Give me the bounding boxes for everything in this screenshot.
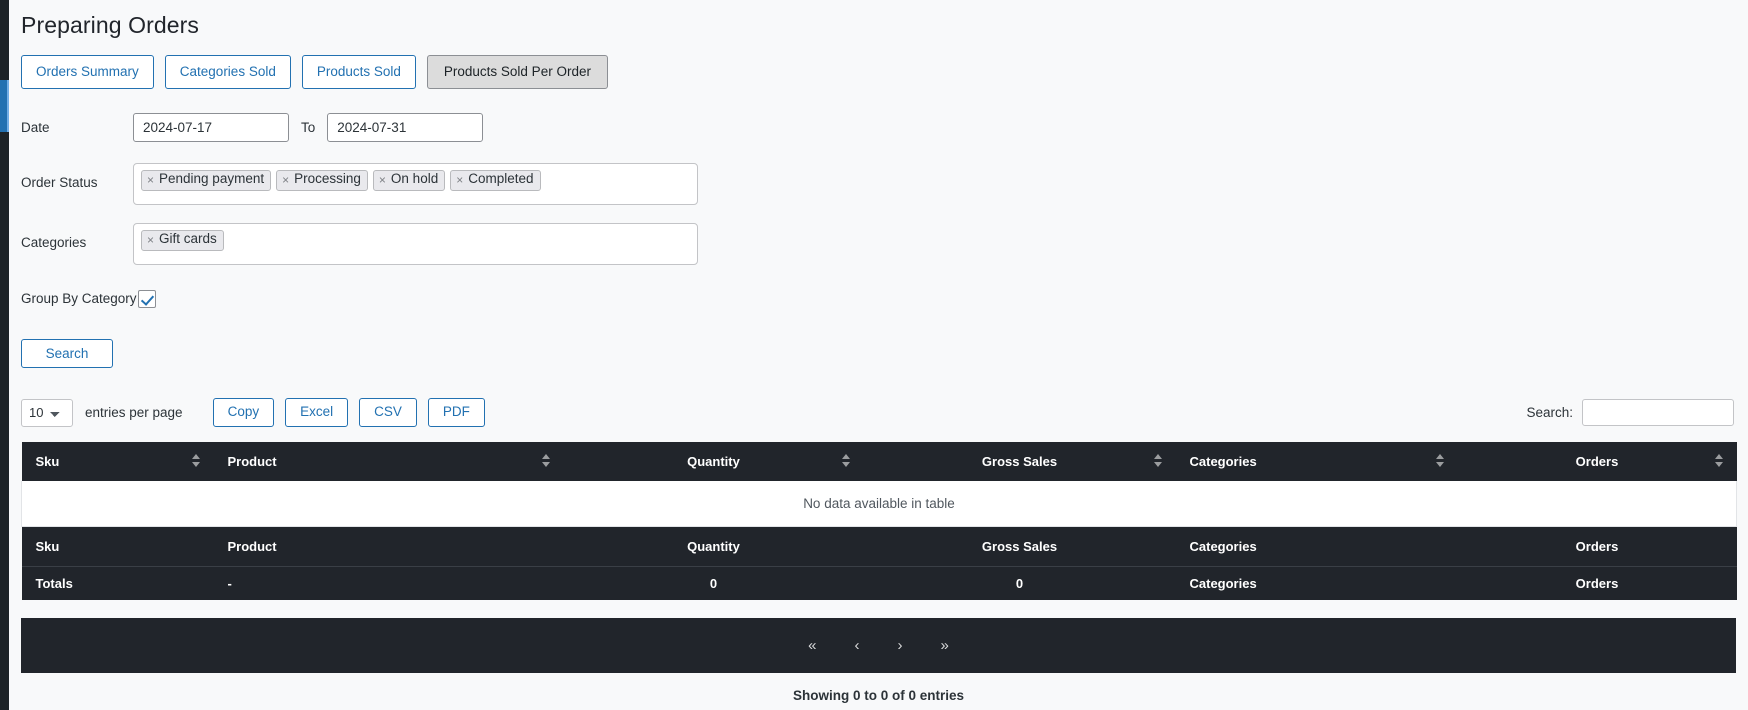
order-status-label: Order Status <box>21 174 98 190</box>
sort-arrows-icon[interactable] <box>192 454 201 468</box>
column-label: Product <box>227 453 277 469</box>
sort-arrows-icon[interactable] <box>1715 454 1724 468</box>
date-to-label: To <box>301 120 316 135</box>
tab-orders-summary[interactable]: Orders Summary <box>21 55 154 89</box>
table-totals-row: Totals - 0 0 Categories Orders <box>21 565 1737 600</box>
token-label: Completed <box>468 171 534 187</box>
footer-header-product: Product <box>213 526 564 566</box>
column-label: Quantity <box>687 453 740 469</box>
table-foot: Sku Product Quantity Gross Sales Categor… <box>21 526 1737 600</box>
tab-products-sold[interactable]: Products Sold <box>301 55 416 89</box>
date-label: Date <box>21 120 50 135</box>
admin-sidebar-edge <box>0 0 9 710</box>
copy-button[interactable]: Copy <box>212 398 275 427</box>
group-by-category-row: Group By Category <box>21 282 1748 316</box>
search-submit-button[interactable]: Search <box>21 338 113 368</box>
token-label: Processing <box>294 171 361 187</box>
pdf-button[interactable]: PDF <box>427 398 485 427</box>
token-label: Gift cards <box>159 231 217 247</box>
empty-state-row: No data available in table <box>21 480 1737 527</box>
categories-token-field[interactable]: × Gift cards <box>133 222 698 265</box>
excel-button[interactable]: Excel <box>285 398 349 427</box>
token-processing[interactable]: × Processing <box>276 169 368 191</box>
csv-button[interactable]: CSV <box>359 398 417 427</box>
tab-products-sold-per-order[interactable]: Products Sold Per Order <box>426 55 608 89</box>
page-title: Preparing Orders <box>21 12 200 38</box>
remove-icon[interactable]: × <box>282 174 289 186</box>
totals-categories: Categories <box>1175 565 1458 600</box>
pagination-previous-button[interactable]: ‹ <box>849 635 866 656</box>
totals-orders: Orders <box>1457 565 1737 600</box>
filter-form: Date To Order Status × Pending payment ×… <box>9 111 1748 368</box>
column-label: Gross Sales <box>981 453 1058 469</box>
date-filter-row: Date To <box>21 111 1748 145</box>
main-content: Preparing Orders Orders Summary Categori… <box>9 0 1748 710</box>
table-search-area: Search: <box>1526 399 1734 426</box>
date-to-input[interactable] <box>327 113 484 142</box>
token-gift-cards[interactable]: × Gift cards <box>141 229 224 251</box>
column-header-gross-sales[interactable]: Gross Sales <box>863 441 1176 481</box>
entries-per-page-label: entries per page <box>85 405 183 420</box>
sort-arrows-icon[interactable] <box>542 454 551 468</box>
token-label: Pending payment <box>159 171 265 187</box>
table-header-row: Sku Product Quantity Gross Sales Categor… <box>21 441 1737 481</box>
remove-icon[interactable]: × <box>147 174 154 186</box>
table-head: Sku Product Quantity Gross Sales Categor… <box>21 441 1737 481</box>
token-on-hold[interactable]: × On hold <box>372 169 446 191</box>
column-header-orders[interactable]: Orders <box>1457 441 1737 481</box>
tab-categories-sold[interactable]: Categories Sold <box>164 55 291 89</box>
table-footer-row: Sku Product Quantity Gross Sales Categor… <box>21 526 1737 566</box>
group-by-category-label: Group By Category <box>21 291 137 306</box>
sort-arrows-icon[interactable] <box>1436 454 1445 468</box>
token-pending-payment[interactable]: × Pending payment <box>141 169 272 191</box>
column-header-sku[interactable]: Sku <box>21 441 214 481</box>
token-completed[interactable]: × Completed <box>450 169 541 191</box>
products-sold-per-order-table: Sku Product Quantity Gross Sales Categor… <box>21 441 1737 600</box>
footer-header-quantity: Quantity <box>563 526 864 566</box>
table-search-label: Search: <box>1526 405 1573 420</box>
page-root: Preparing Orders Orders Summary Categori… <box>0 0 1748 710</box>
totals-label: Totals <box>21 565 214 600</box>
sort-arrows-icon[interactable] <box>1154 454 1163 468</box>
column-header-quantity[interactable]: Quantity <box>563 441 864 481</box>
group-by-category-checkbox[interactable] <box>138 289 156 308</box>
footer-header-gross-sales: Gross Sales <box>863 526 1176 566</box>
date-from-input[interactable] <box>133 113 289 142</box>
remove-icon[interactable]: × <box>379 174 386 186</box>
order-status-filter-row: Order Status × Pending payment × Process… <box>21 162 1748 205</box>
remove-icon[interactable]: × <box>147 234 154 246</box>
pagination-first-button[interactable]: « <box>802 635 822 656</box>
export-button-group: Copy Excel CSV PDF <box>212 398 485 427</box>
entries-per-page-select[interactable]: 10 25 50 100 <box>21 398 73 427</box>
table-controls: 10 25 50 100 entries per page Copy Excel… <box>9 398 1748 428</box>
pagination-next-button[interactable]: › <box>892 635 909 656</box>
sort-arrows-icon[interactable] <box>842 454 851 468</box>
remove-icon[interactable]: × <box>456 174 463 186</box>
token-label: On hold <box>390 171 439 187</box>
column-header-product[interactable]: Product <box>213 441 564 481</box>
categories-filter-row: Categories × Gift cards <box>21 222 1748 265</box>
showing-entries-text: Showing 0 to 0 of 0 entries <box>792 687 965 703</box>
table-search-input[interactable] <box>1582 399 1734 426</box>
categories-label: Categories <box>21 234 87 250</box>
pagination-last-button[interactable]: » <box>935 635 955 656</box>
order-status-token-field[interactable]: × Pending payment × Processing × On hold… <box>133 162 698 205</box>
column-label: Categories <box>1189 453 1257 469</box>
totals-product: - <box>213 565 564 600</box>
totals-gross-sales: 0 <box>863 565 1176 600</box>
data-table-wrapper: Sku Product Quantity Gross Sales Categor… <box>21 441 1737 600</box>
pagination-bar: « ‹ › » <box>21 617 1736 673</box>
column-label: Sku <box>35 453 60 469</box>
footer-header-categories: Categories <box>1175 526 1458 566</box>
table-body: No data available in table <box>21 480 1737 527</box>
report-tabs: Orders Summary Categories Sold Products … <box>21 55 1748 89</box>
footer-header-sku: Sku <box>21 526 214 566</box>
column-label: Orders <box>1575 453 1619 469</box>
footer-header-orders: Orders <box>1457 526 1737 566</box>
totals-quantity: 0 <box>563 565 864 600</box>
column-header-categories[interactable]: Categories <box>1175 441 1458 481</box>
empty-state-message: No data available in table <box>21 480 1737 527</box>
